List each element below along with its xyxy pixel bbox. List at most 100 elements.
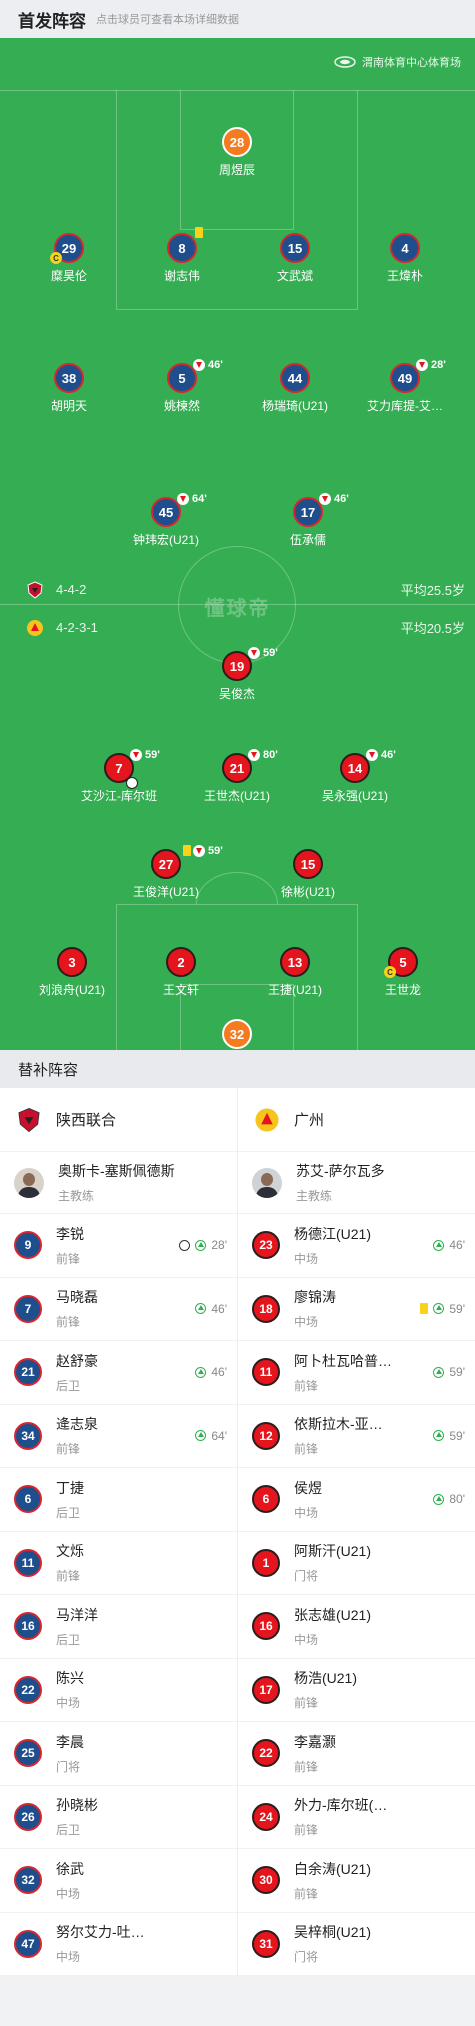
bench-player-row[interactable]: 1 阿斯汗(U21) 门将 <box>238 1532 475 1595</box>
player-events: 80' <box>433 1492 465 1506</box>
player-position: 后卫 <box>56 1505 81 1520</box>
pitch-player[interactable]: 28 周煜辰 <box>177 127 297 178</box>
bench-player-row[interactable]: 34 逄志泉 前锋 64' <box>0 1405 237 1468</box>
player-name: 阿卜杜瓦哈普… <box>294 1352 392 1369</box>
player-number-badge: 31 <box>252 1929 280 1958</box>
pitch-player[interactable]: 2 王文轩 <box>121 947 241 998</box>
goal-ball-icon <box>179 1239 191 1251</box>
player-name: 阿斯汗(U21) <box>294 1543 372 1560</box>
sub-in-icon <box>195 1303 207 1315</box>
pitch-player[interactable]: 5 46' 姚楝然 <box>122 359 242 414</box>
bench-player-row[interactable]: 11 阿卜杜瓦哈普… 前锋 59' <box>238 1341 475 1405</box>
pitch-player[interactable]: 7 59' 艾沙江-库尔班 <box>59 749 179 804</box>
pitch-player[interactable]: 3 刘浪舟(U21) <box>12 947 132 998</box>
bench-player-row[interactable]: 16 马洋洋 后卫 <box>0 1595 237 1659</box>
sub-in-icon <box>433 1493 445 1505</box>
player-position: 后卫 <box>56 1823 81 1838</box>
stadium-icon <box>334 56 356 68</box>
substitution-marker: 64' <box>177 493 207 505</box>
pitch-player[interactable]: 17 46' 伍承儒 <box>248 493 368 548</box>
pitch-player[interactable]: 21 80' 王世杰(U21) <box>177 749 297 804</box>
bench-player-row[interactable]: 16 张志雄(U21) 中场 <box>238 1595 475 1659</box>
coach-avatar <box>14 1167 44 1198</box>
bench-player-row[interactable]: 22 陈兴 中场 <box>0 1659 237 1722</box>
player-number: 4 <box>401 240 409 256</box>
pitch-player[interactable]: 8 谢志伟 <box>122 227 242 284</box>
player-number-badge: 5C <box>384 947 418 978</box>
bench-player-row[interactable]: 12 依斯拉木-亚… 前锋 59' <box>238 1405 475 1468</box>
home-team-crest-icon <box>18 1107 40 1132</box>
bench-player-row[interactable]: 23 杨德江(U21) 中场 46' <box>238 1214 475 1278</box>
player-name: 陈兴 <box>56 1670 84 1687</box>
player-number-badge: 21 <box>14 1358 42 1387</box>
bench-player-row[interactable]: 24 外力-库尔班(… 前锋 <box>238 1786 475 1849</box>
player-position: 中场 <box>56 1950 81 1965</box>
player-number-badge: 7 <box>14 1294 42 1323</box>
home-coach[interactable]: 奥斯卡-塞斯佩德斯 主教练 <box>0 1152 237 1214</box>
pitch-player[interactable]: 5 C 王世龙 <box>343 947 463 998</box>
pitch-player[interactable]: 29 C 糜昊伦 <box>9 233 129 284</box>
bench-player-row[interactable]: 25 李晨 门将 <box>0 1722 237 1786</box>
player-number-badge: 18 <box>252 1294 280 1323</box>
sub-minute: 28' <box>431 359 446 371</box>
bench-player-row[interactable]: 6 侯煜 中场 80' <box>238 1468 475 1532</box>
bench-player-row[interactable]: 47 努尔艾力-吐… 中场 <box>0 1913 237 1976</box>
player-position: 门将 <box>294 1950 319 1965</box>
pitch-player[interactable]: 19 59' 吴俊杰 <box>177 647 297 702</box>
player-name: 王文轩 <box>162 983 199 997</box>
player-name: 努尔艾力-吐… <box>56 1924 145 1941</box>
bench-player-row[interactable]: 9 李锐 前锋 28' <box>0 1214 237 1278</box>
bench-player-row[interactable]: 7 马晓磊 前锋 46' <box>0 1278 237 1341</box>
player-number-badge: 47 <box>14 1929 42 1958</box>
away-coach[interactable]: 苏艾-萨尔瓦多 主教练 <box>238 1152 475 1214</box>
player-position: 前锋 <box>56 1315 81 1330</box>
player-number: 14 <box>347 760 363 776</box>
sub-in-icon <box>433 1430 445 1442</box>
bench: 陕西联合 奥斯卡-塞斯佩德斯 主教练 9 李锐 前锋 28' 7 马晓磊 前锋 46' 21 赵舒… <box>0 1088 475 1976</box>
substitution-marker: 59' <box>130 749 160 761</box>
pitch-player[interactable]: 15 徐彬(U21) <box>248 849 368 900</box>
pitch-player[interactable]: 49 28' 艾力库提-艾… <box>345 359 465 414</box>
pitch-player[interactable]: 45 64' 钟玮宏(U21) <box>106 493 226 548</box>
player-position: 中场 <box>294 1632 319 1647</box>
pitch-player[interactable]: 44 杨瑞琦(U21) <box>235 363 355 414</box>
player-number-badge: 27 59' <box>151 845 223 879</box>
bench-player-row[interactable]: 31 吴梓桐(U21) 门将 <box>238 1913 475 1976</box>
home-formation-row: 4-4-2 平均25.5岁 <box>0 579 475 599</box>
sub-in-minute: 80' <box>449 1492 465 1507</box>
bench-player-row[interactable]: 32 徐武 中场 <box>0 1849 237 1913</box>
player-name: 丁捷 <box>56 1479 84 1496</box>
away-team-header[interactable]: 广州 <box>238 1088 475 1152</box>
player-name: 吴俊杰 <box>218 687 255 701</box>
bench-player-row[interactable]: 26 孙晓彬 后卫 <box>0 1786 237 1849</box>
bench-player-row[interactable]: 18 廖锦涛 中场 59' <box>238 1278 475 1341</box>
bench-player-row[interactable]: 22 李嘉灏 前锋 <box>238 1722 475 1786</box>
pitch-player[interactable]: 27 59' 王俊洋(U21) <box>106 845 226 900</box>
bench-player-row[interactable]: 30 白余涛(U21) 前锋 <box>238 1849 475 1913</box>
pitch-player[interactable]: 14 46' 吴永强(U21) <box>295 749 415 804</box>
player-name: 王煒朴 <box>386 269 423 283</box>
captain-icon: C <box>384 966 396 978</box>
player-name: 文烁 <box>56 1543 84 1560</box>
pitch-player[interactable]: 13 王捷(U21) <box>235 947 355 998</box>
player-name: 依斯拉木-亚… <box>294 1416 383 1433</box>
sub-in-minute: 59' <box>449 1365 465 1380</box>
coach-name: 奥斯卡-塞斯佩德斯 <box>58 1163 175 1179</box>
player-name: 李嘉灏 <box>294 1733 336 1750</box>
sub-in-minute: 46' <box>449 1238 465 1253</box>
player-name: 刘浪舟(U21) <box>38 983 105 997</box>
bench-player-row[interactable]: 17 杨浩(U21) 前锋 <box>238 1659 475 1722</box>
player-events: 59' <box>420 1302 465 1316</box>
pitch-player[interactable]: 38 胡明天 <box>9 363 129 414</box>
player-name: 谢志伟 <box>163 269 200 283</box>
player-number-badge: 17 <box>252 1675 280 1704</box>
pitch-player[interactable]: 15 文武斌 <box>235 233 355 284</box>
bench-player-row[interactable]: 6 丁捷 后卫 <box>0 1468 237 1532</box>
pitch-player[interactable]: 4 王煒朴 <box>345 233 465 284</box>
bench-player-row[interactable]: 11 文烁 前锋 <box>0 1532 237 1595</box>
sub-in-icon <box>433 1303 445 1315</box>
player-number-badge: 29 C <box>50 233 84 264</box>
home-team-header[interactable]: 陕西联合 <box>0 1088 237 1152</box>
bench-player-row[interactable]: 21 赵舒豪 后卫 46' <box>0 1341 237 1405</box>
pitch-player[interactable]: 32霍深坪(U21) <box>177 1019 297 1050</box>
